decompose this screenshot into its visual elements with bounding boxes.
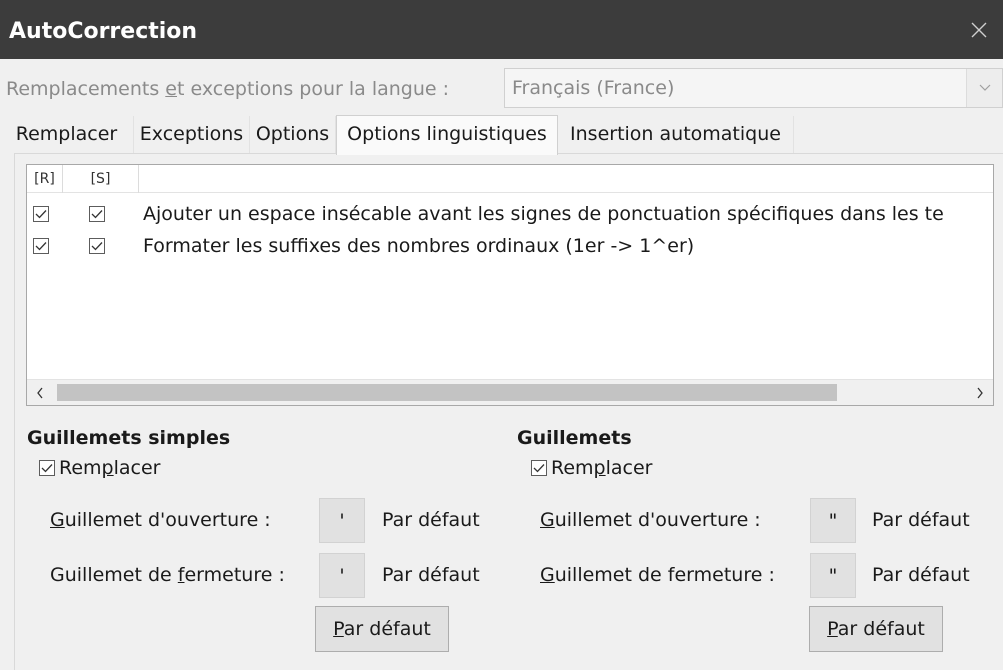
single-opening-default-text: Par défaut <box>382 509 480 531</box>
double-opening-default-text: Par défaut <box>872 509 970 531</box>
checkmark-icon <box>533 464 545 473</box>
tab-options-linguistiques[interactable]: Options linguistiques <box>336 115 558 155</box>
checkbox-r[interactable] <box>33 238 49 254</box>
list-item-label: Formater les suffixes des nombres ordina… <box>143 235 695 257</box>
list-item[interactable]: Formater les suffixes des nombres ordina… <box>27 230 993 262</box>
checkmark-icon <box>91 210 103 219</box>
single-opening-quote-label: Guillemet d'ouverture : <box>50 508 271 532</box>
column-header-r[interactable]: [R] <box>27 165 63 193</box>
horizontal-scrollbar[interactable] <box>27 379 993 405</box>
checkbox[interactable] <box>39 460 55 476</box>
checkbox-r[interactable] <box>33 206 49 222</box>
checkbox[interactable] <box>531 460 547 476</box>
checkbox-label: Remplacer <box>59 456 160 480</box>
single-quotes-title: Guillemets simples <box>27 427 231 449</box>
label-part: ermeture : <box>184 564 285 586</box>
double-quotes-default-button[interactable]: Par défaut <box>809 606 943 652</box>
label-part: uillemet d'ouverture : <box>554 509 761 531</box>
tab-exceptions[interactable]: Exceptions <box>134 116 250 154</box>
label-mnemonic: P <box>333 618 344 640</box>
checkbox-s[interactable] <box>89 206 105 222</box>
label-mnemonic: p <box>101 457 114 479</box>
checkmark-icon <box>35 242 47 251</box>
dropdown-arrow[interactable] <box>966 69 1002 107</box>
single-closing-quote-button[interactable]: ' <box>319 553 365 598</box>
checkbox-s[interactable] <box>89 238 105 254</box>
language-select-value: Français (France) <box>512 77 675 99</box>
single-closing-quote-label: Guillemet de fermeture : <box>50 563 285 587</box>
double-opening-quote-button[interactable]: " <box>810 498 856 543</box>
list-item-label: Ajouter un espace insécable avant les si… <box>143 203 944 225</box>
double-closing-default-text: Par défaut <box>872 564 970 586</box>
checkmark-icon <box>35 210 47 219</box>
language-label: Remplacements et exceptions pour la lang… <box>6 75 449 103</box>
label-part: lacer <box>605 457 653 479</box>
checkbox-label: Remplacer <box>551 456 652 480</box>
label-mnemonic: G <box>540 564 555 586</box>
column-header-s[interactable]: [S] <box>63 165 139 193</box>
chevron-right-icon <box>977 387 983 398</box>
label-part: lacer <box>113 457 161 479</box>
single-quotes-default-button[interactable]: Par défaut <box>315 606 449 652</box>
options-list[interactable]: [R] [S] Ajouter un espace insécable avan… <box>26 164 994 406</box>
language-select[interactable]: Français (France) <box>504 68 1003 108</box>
label-mnemonic: G <box>50 509 65 531</box>
double-closing-quote-label: Guillemet de fermeture : <box>540 563 775 587</box>
double-closing-quote-button[interactable]: " <box>810 553 856 598</box>
language-label-part: t exceptions pour la langue : <box>177 78 450 100</box>
title-bar: AutoCorrection <box>0 0 1003 59</box>
tab-remplacer[interactable]: Remplacer <box>0 116 134 154</box>
scrollbar-thumb[interactable] <box>57 384 837 401</box>
window-title: AutoCorrection <box>9 19 198 44</box>
scroll-right-button[interactable] <box>967 380 993 405</box>
label-part: uillemet de fermeture : <box>554 564 775 586</box>
label-part: ar défaut <box>837 618 925 640</box>
checkmark-icon <box>91 242 103 251</box>
single-opening-quote-button[interactable]: ' <box>319 498 365 543</box>
double-quotes-title: Guillemets <box>517 427 632 449</box>
label-part: uillemet d'ouverture : <box>64 509 271 531</box>
list-item[interactable]: Ajouter un espace insécable avant les si… <box>27 198 993 230</box>
label-part: Guillemet de <box>50 564 178 586</box>
close-icon <box>971 22 987 37</box>
list-header: [R] [S] <box>27 165 993 193</box>
chevron-left-icon <box>37 387 43 398</box>
label-part: ar défaut <box>343 618 431 640</box>
scroll-left-button[interactable] <box>27 380 53 405</box>
tab-insertion-automatique[interactable]: Insertion automatique <box>558 116 794 154</box>
label-mnemonic: G <box>540 509 555 531</box>
double-opening-quote-label: Guillemet d'ouverture : <box>540 508 761 532</box>
label-mnemonic: p <box>593 457 606 479</box>
checkmark-icon <box>41 464 53 473</box>
single-closing-default-text: Par défaut <box>382 564 480 586</box>
label-part: Rem <box>551 457 594 479</box>
tab-options[interactable]: Options <box>250 116 336 154</box>
chevron-down-icon <box>979 84 990 91</box>
language-label-part: Remplacements <box>6 78 166 100</box>
language-label-mnemonic: e <box>165 78 177 100</box>
label-mnemonic: P <box>827 618 838 640</box>
close-button[interactable] <box>955 0 1003 59</box>
label-part: Rem <box>59 457 102 479</box>
